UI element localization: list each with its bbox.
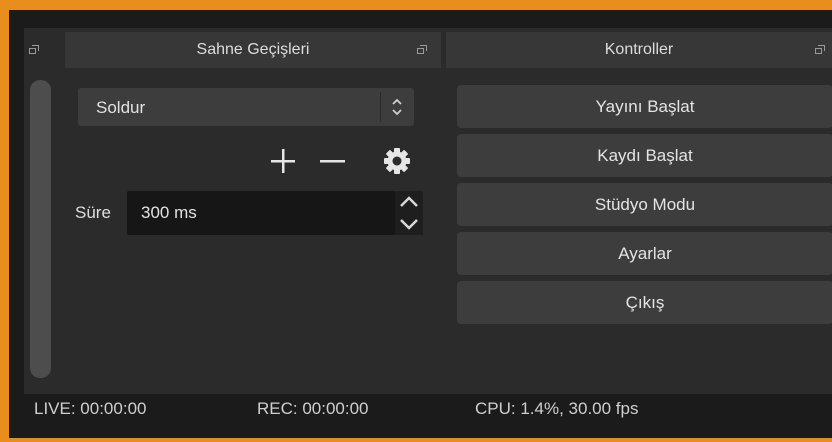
transition-select-value: Soldur [96, 98, 146, 117]
duration-value: 300 ms [141, 203, 197, 222]
controls-dock-header: Kontroller [446, 32, 832, 68]
controls-dock-title: Kontroller [604, 41, 674, 58]
transitions-dock-header: Sahne Geçişleri [65, 32, 441, 68]
status-rec: REC: 00:00:00 [257, 399, 369, 418]
duration-label: Süre [75, 203, 111, 222]
exit-label: Çıkış [625, 292, 665, 312]
start-streaming-label: Yayını Başlat [595, 96, 695, 116]
dock-float-icon[interactable] [29, 45, 40, 55]
combo-separator [380, 92, 381, 122]
transitions-dock-title: Sahne Geçişleri [196, 41, 310, 58]
exit-button[interactable]: Çıkış [457, 281, 832, 324]
settings-label: Ayarlar [618, 243, 672, 263]
add-transition-button[interactable] [265, 143, 301, 179]
controls-dock-float-icon[interactable] [815, 45, 826, 55]
duration-input[interactable]: 300 ms [127, 191, 395, 235]
remove-transition-button[interactable] [314, 143, 350, 179]
plus-icon [271, 149, 295, 173]
obs-docks-window: Sahne Geçişleri Kontroller Soldur Süre 3… [9, 10, 832, 438]
vertical-scrollbar[interactable] [30, 80, 51, 378]
minus-icon [320, 160, 345, 163]
studio-mode-label: Stüdyo Modu [594, 194, 696, 214]
transition-properties-button[interactable] [379, 143, 415, 179]
start-recording-label: Kaydı Başlat [597, 145, 693, 165]
status-cpu: CPU: 1.4%, 30.00 fps [475, 399, 639, 418]
start-streaming-button[interactable]: Yayını Başlat [457, 85, 832, 128]
status-live: LIVE: 00:00:00 [34, 399, 147, 418]
updown-chevron-icon [392, 98, 402, 116]
duration-spinner[interactable] [395, 191, 423, 235]
transition-select[interactable]: Soldur [78, 88, 414, 126]
settings-button[interactable]: Ayarlar [457, 232, 832, 275]
transitions-dock-float-icon[interactable] [417, 45, 428, 55]
studio-mode-button[interactable]: Stüdyo Modu [457, 183, 832, 226]
start-recording-button[interactable]: Kaydı Başlat [457, 134, 832, 177]
gear-icon [384, 148, 410, 174]
